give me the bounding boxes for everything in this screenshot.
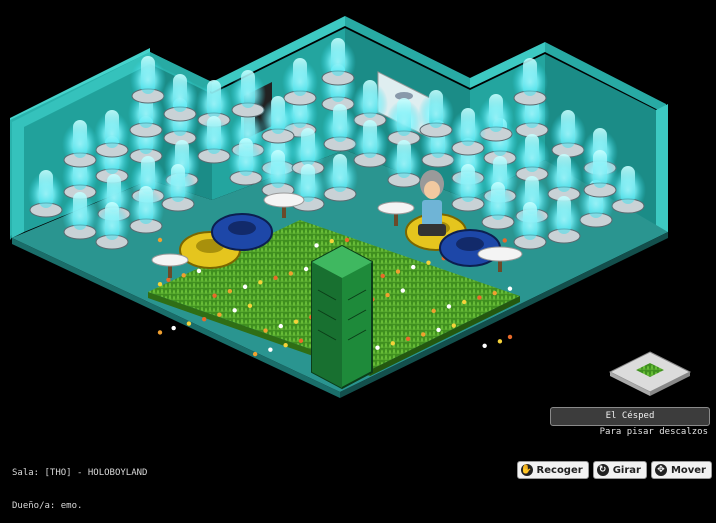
flower [186, 321, 192, 326]
flower [446, 304, 452, 309]
flower [181, 273, 186, 278]
flower [482, 343, 487, 348]
flower [242, 284, 248, 289]
flower [157, 237, 163, 243]
move-icon: ✥ [654, 464, 667, 476]
furni-name: El Césped [550, 407, 710, 426]
flower [157, 330, 163, 335]
flower [395, 269, 401, 274]
flower [492, 290, 497, 296]
pickup-button[interactable]: ✋ Recoger [516, 461, 589, 479]
furni-info-panel: El Césped Para pisar descalzos [548, 350, 712, 442]
move-label: Mover [670, 464, 706, 476]
flower [298, 338, 304, 343]
flower [217, 312, 222, 317]
flower [431, 308, 436, 314]
flower [201, 316, 207, 322]
flower [247, 303, 253, 309]
room-owner: Dueño/a: emo. [12, 501, 83, 511]
rotate-label: Girar [612, 464, 641, 476]
flower [288, 271, 294, 276]
green-phone-booth[interactable] [311, 244, 373, 390]
rotate-icon: ↻ [596, 464, 609, 476]
flower [252, 351, 258, 357]
flower [507, 286, 513, 291]
furni-description: Para pisar descalzos [599, 427, 708, 437]
flower [405, 336, 411, 342]
flower [314, 243, 319, 248]
flower [421, 332, 426, 337]
flower [385, 292, 390, 298]
flower [278, 323, 284, 329]
flower [283, 343, 288, 348]
blue-bean-bag-left[interactable] [211, 213, 273, 251]
move-button[interactable]: ✥ Mover [650, 461, 712, 479]
flower [293, 319, 299, 324]
flower [227, 289, 233, 294]
flower [375, 345, 380, 350]
flower [462, 299, 467, 305]
flower [451, 323, 456, 328]
pickup-label: Recoger [536, 464, 583, 476]
rotate-button[interactable]: ↻ Girar [592, 461, 647, 479]
flower [212, 293, 217, 298]
flower [502, 238, 507, 243]
flower [507, 334, 513, 340]
flower [171, 325, 176, 331]
flower [303, 266, 309, 272]
flower [268, 347, 273, 352]
flower [390, 341, 395, 346]
room-info: Sala: [THO] - HOLOBOYLAND Dueño/a: emo. [12, 446, 147, 523]
flower [166, 277, 171, 282]
room-name: Sala: [THO] - HOLOBOYLAND [12, 468, 148, 478]
flower [411, 264, 416, 270]
flower [380, 273, 385, 279]
flower [329, 238, 334, 244]
flower [400, 288, 406, 293]
flower [436, 327, 441, 333]
flower [426, 260, 431, 265]
flower [263, 328, 268, 333]
flower [497, 339, 503, 344]
flower [157, 282, 163, 287]
flower [196, 268, 202, 274]
flower [477, 295, 482, 300]
furni-actions: ✋ Recoger ↻ Girar ✥ Mover [516, 461, 712, 479]
flower [232, 308, 237, 313]
avatar[interactable] [418, 170, 446, 236]
flower [273, 275, 278, 281]
flower [344, 237, 350, 243]
hand-icon: ✋ [520, 464, 533, 476]
flower [258, 280, 263, 285]
